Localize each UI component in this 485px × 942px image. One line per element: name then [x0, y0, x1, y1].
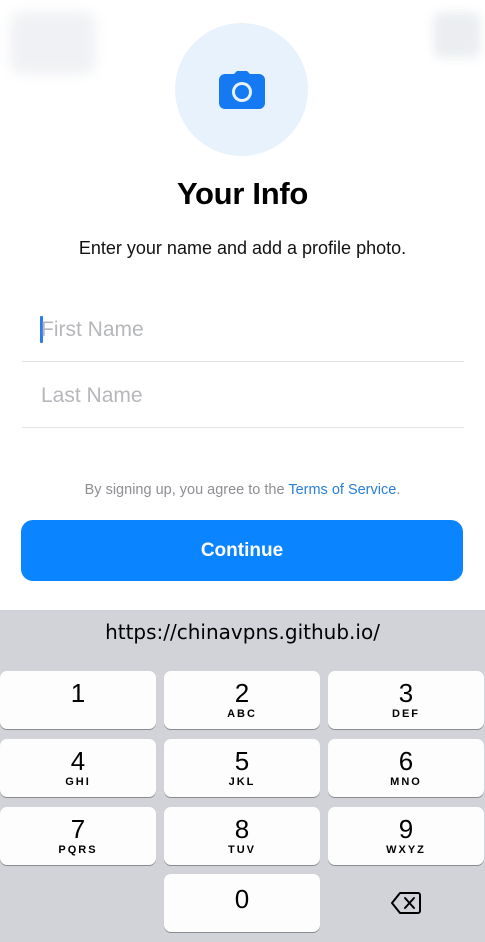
key-number: 5 [234, 746, 250, 776]
blurred-region [10, 12, 96, 74]
key-letters: PQRS [58, 844, 98, 856]
last-name-field[interactable] [22, 362, 464, 428]
key-letters: JKL [228, 776, 256, 788]
first-name-field[interactable] [22, 296, 464, 362]
key-letters: TUV [228, 844, 256, 856]
key-7[interactable]: 7 PQRS [0, 807, 156, 865]
key-letters: WXYZ [386, 844, 426, 856]
terms-prefix: By signing up, you agree to the [84, 482, 289, 498]
key-3[interactable]: 3 DEF [328, 671, 484, 729]
key-number: 8 [234, 814, 250, 844]
first-name-input[interactable] [41, 315, 441, 345]
last-name-input[interactable] [41, 381, 441, 411]
key-0[interactable]: 0 [164, 874, 320, 932]
add-photo-button[interactable] [175, 23, 308, 156]
key-8[interactable]: 8 TUV [164, 807, 320, 865]
key-2[interactable]: 2 ABC [164, 671, 320, 729]
key-letters: DEF [392, 708, 420, 720]
key-9[interactable]: 9 WXYZ [328, 807, 484, 865]
key-number: 7 [70, 814, 86, 844]
terms-of-service-link[interactable]: Terms of Service [288, 482, 396, 498]
delete-key[interactable] [328, 874, 484, 932]
key-letters: MNO [390, 776, 422, 788]
terms-suffix: . [396, 482, 401, 498]
page-subtitle: Enter your name and add a profile photo. [78, 238, 407, 258]
key-letters: ABC [227, 708, 257, 720]
number-keypad: https://chinavpns.github.io/ 1 2 ABC 3 D… [0, 610, 485, 942]
sign-up-screen: Your Info Enter your name and add a prof… [0, 0, 485, 942]
key-number: 0 [234, 884, 250, 914]
key-number: 1 [70, 678, 86, 708]
key-number: 2 [234, 678, 250, 708]
continue-button[interactable]: Continue [21, 520, 463, 581]
blurred-region [433, 12, 481, 58]
keyboard-suggestion[interactable]: https://chinavpns.github.io/ [0, 620, 485, 644]
backspace-icon [391, 892, 421, 914]
key-number: 3 [398, 678, 414, 708]
key-4[interactable]: 4 GHI [0, 739, 156, 797]
camera-icon [218, 70, 265, 109]
key-6[interactable]: 6 MNO [328, 739, 484, 797]
key-number: 9 [398, 814, 414, 844]
terms-text: By signing up, you agree to the Terms of… [0, 482, 485, 498]
key-letters: GHI [65, 776, 91, 788]
key-5[interactable]: 5 JKL [164, 739, 320, 797]
key-1[interactable]: 1 [0, 671, 156, 729]
key-number: 4 [70, 746, 86, 776]
page-title: Your Info [176, 176, 309, 211]
key-number: 6 [398, 746, 414, 776]
